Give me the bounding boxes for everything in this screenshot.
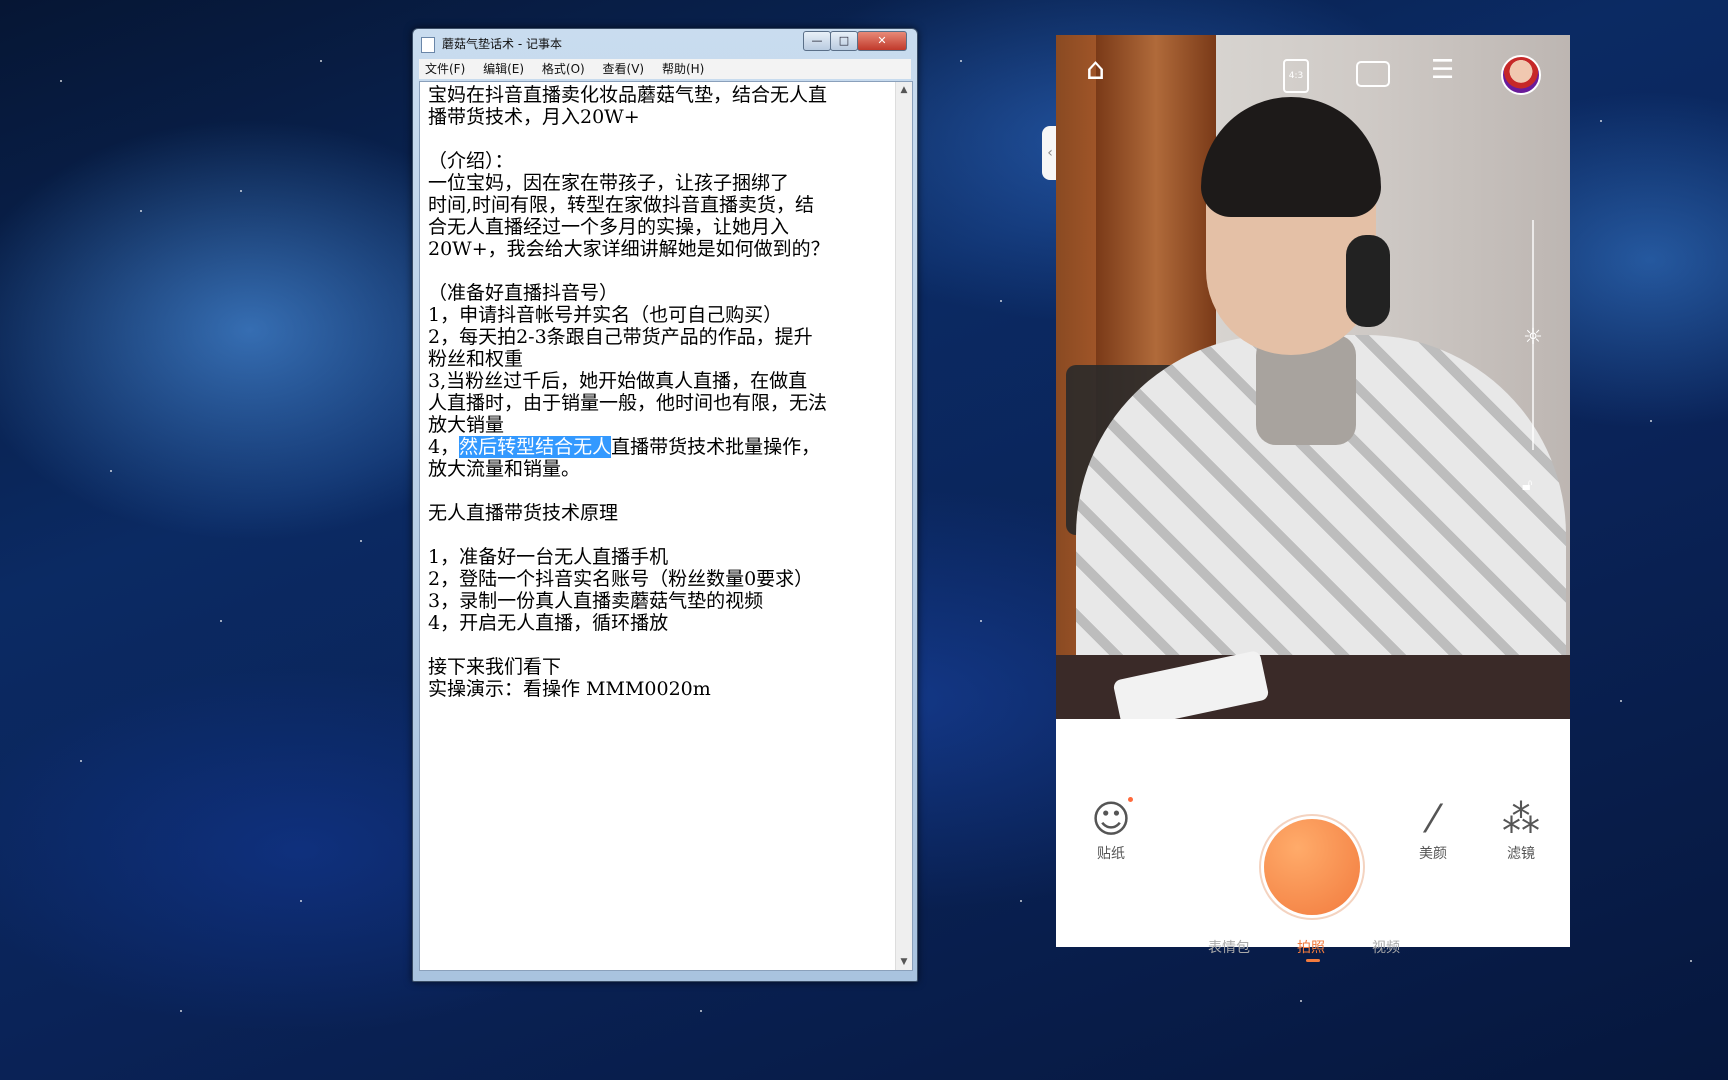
minimize-button[interactable]: —: [803, 31, 831, 51]
notepad-icon: [421, 37, 435, 53]
text-line: （准备好直播抖音号）: [428, 282, 619, 304]
close-button[interactable]: ✕: [857, 31, 907, 51]
camera-preview[interactable]: ⌂ 4:3 ☰ ☼ 🔓︎: [1056, 35, 1570, 719]
tab-photo[interactable]: 拍照: [1297, 937, 1325, 957]
text-line: [428, 260, 896, 282]
notepad-window[interactable]: 蘑菇气垫话术 - 记事本 — □ ✕ 文件(F) 编辑(E) 格式(O) 查看(…: [412, 28, 918, 982]
text-selection[interactable]: 然后转型结合无人: [459, 436, 612, 458]
new-dot-badge: [1128, 797, 1133, 802]
menu-format[interactable]: 格式(O): [536, 59, 591, 79]
text-line: 接下来我们看下: [428, 656, 562, 678]
menu-view[interactable]: 查看(V): [597, 59, 651, 79]
sticker-button[interactable]: ☺ 贴纸: [1086, 797, 1136, 863]
text-line: 放大流量和销量。: [428, 458, 581, 480]
text-line: 人直播时，由于销量一般，他时间也有限，无法: [428, 392, 828, 414]
notepad-titlebar[interactable]: 蘑菇气垫话术 - 记事本 — □ ✕: [413, 29, 917, 57]
maximize-button[interactable]: □: [830, 31, 858, 51]
camera-app: ⌂ 4:3 ☰ ☼ 🔓︎ ☺ 贴纸 ⁄ 美颜 ⁂ 滤镜 表情包 拍照 视频: [1056, 35, 1570, 962]
text-line: 3，录制一份真人直播卖蘑菇气垫的视频: [428, 590, 764, 612]
text-line: [428, 524, 896, 546]
filter-label: 滤镜: [1507, 846, 1535, 862]
text-line: [428, 634, 896, 656]
smiley-icon: ☺: [1091, 797, 1131, 841]
filter-button[interactable]: ⁂ 滤镜: [1496, 799, 1546, 863]
text-line: 播带货技术，月入20W+: [428, 106, 640, 128]
text-line: [428, 128, 896, 150]
filter-circles-icon: ⁂: [1502, 797, 1540, 841]
text-line: 2，每天拍2-3条跟自己带货产品的作品，提升: [428, 326, 813, 348]
menu-file[interactable]: 文件(F): [419, 59, 471, 79]
text-editor[interactable]: 宝妈在抖音直播卖化妆品蘑菇气垫，结合无人直 播带货技术，月入20W+ （介绍）：…: [419, 81, 913, 971]
menu-help[interactable]: 帮助(H): [656, 59, 710, 79]
camera-controls: ☺ 贴纸 ⁄ 美颜 ⁂ 滤镜 表情包 拍照 视频: [1056, 719, 1570, 962]
window-title: 蘑菇气垫话术 - 记事本: [442, 37, 562, 51]
text-line: 3,当粉丝过千后，她开始做真人直播，在做直: [428, 370, 808, 392]
text-line-selected: 4，然后转型结合无人直播带货技术批量操作，: [428, 436, 896, 458]
shutter-button[interactable]: [1264, 819, 1360, 915]
text-line: [428, 480, 896, 502]
exposure-lock-icon[interactable]: 🔓︎: [1522, 475, 1532, 495]
text-line: 宝妈在抖音直播卖化妆品蘑菇气垫，结合无人直: [428, 84, 828, 106]
text-line: 2，登陆一个抖音实名账号（粉丝数量0要求）: [428, 568, 814, 590]
tab-emoji[interactable]: 表情包: [1208, 937, 1250, 957]
headphones: [1346, 235, 1390, 327]
line-prefix: 4，: [428, 436, 460, 458]
menu-edit[interactable]: 编辑(E): [477, 59, 530, 79]
text-line: 粉丝和权重: [428, 348, 524, 370]
text-line: 放大销量: [428, 414, 505, 436]
text-line: （介绍）：: [428, 150, 514, 172]
scroll-up-arrow-icon[interactable]: ▲: [896, 82, 912, 98]
tab-video[interactable]: 视频: [1372, 937, 1400, 957]
line-rest: 直播带货技术批量操作，: [611, 436, 821, 458]
text-line: 一位宝妈，因在家在带孩子，让孩子捆绑了: [428, 172, 790, 194]
text-line: 合无人直播经过一个多月的实操，让她月入: [428, 216, 790, 238]
document-text: 宝妈在抖音直播卖化妆品蘑菇气垫，结合无人直 播带货技术，月入20W+ （介绍）：…: [428, 84, 896, 700]
text-line: 1，申请抖音帐号并实名（也可自己购买）: [428, 304, 783, 326]
camera-top-bar: ⌂ 4:3 ☰: [1056, 55, 1570, 95]
exposure-sun-icon[interactable]: ☼: [1520, 325, 1546, 351]
beauty-label: 美颜: [1419, 846, 1447, 862]
switch-camera-icon[interactable]: [1356, 61, 1390, 87]
scroll-down-arrow-icon[interactable]: ▼: [896, 954, 912, 970]
text-line: 实操演示：看操作 MMM0020m: [428, 678, 711, 700]
mode-tabs: 表情包 拍照 视频: [1056, 937, 1570, 962]
active-tab-indicator: [1306, 959, 1320, 962]
beauty-button[interactable]: ⁄ 美颜: [1408, 799, 1458, 863]
aspect-ratio-icon[interactable]: 4:3: [1283, 59, 1309, 93]
text-line: 时间,时间有限，转型在家做抖音直播卖货，结: [428, 194, 815, 216]
person-hair: [1201, 97, 1381, 217]
text-line: 4，开启无人直播，循环播放: [428, 612, 669, 634]
text-line: 1，准备好一台无人直播手机: [428, 546, 669, 568]
settings-sliders-icon[interactable]: ☰: [1431, 55, 1454, 85]
vertical-scrollbar[interactable]: ▲ ▼: [895, 82, 912, 970]
text-line: 无人直播带货技术原理: [428, 502, 619, 524]
menu-bar: 文件(F) 编辑(E) 格式(O) 查看(V) 帮助(H): [419, 59, 911, 79]
home-icon[interactable]: ⌂: [1086, 55, 1105, 85]
text-line: 20W+，我会给大家详细讲解她是如何做到的？: [428, 238, 830, 260]
magic-wand-icon: ⁄: [1429, 797, 1437, 841]
avatar[interactable]: [1501, 55, 1541, 95]
sticker-label: 贴纸: [1097, 846, 1125, 862]
